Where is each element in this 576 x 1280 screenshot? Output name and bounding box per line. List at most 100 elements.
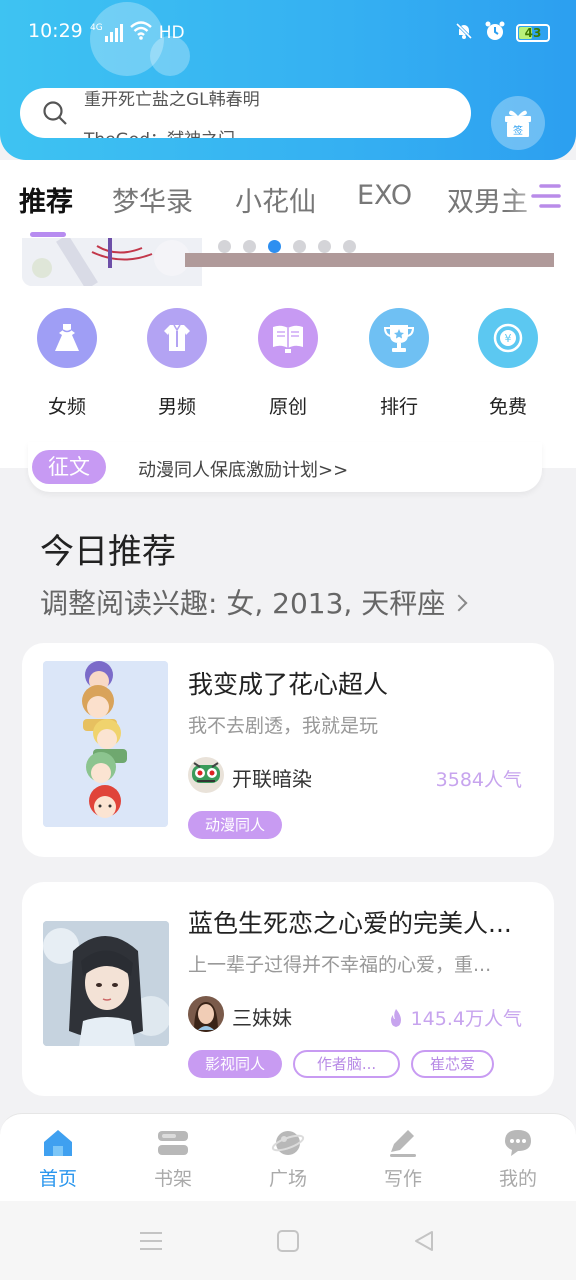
author-avatar [188, 757, 224, 793]
banner-image[interactable] [22, 238, 202, 286]
system-navigation-bar [0, 1201, 576, 1280]
chat-icon [505, 1130, 531, 1156]
nav-square[interactable]: 广场 [248, 1128, 328, 1191]
bookshelf-icon [158, 1131, 188, 1155]
book-tag[interactable]: 动漫同人 [188, 811, 282, 839]
svg-text:¥: ¥ [505, 332, 512, 345]
popularity: 145.4万人气 [387, 1004, 522, 1031]
network-label: HD [158, 22, 185, 43]
category-ranking[interactable]: 排行 [354, 308, 444, 419]
signal-icon: 4G [90, 22, 123, 42]
pen-icon [390, 1130, 416, 1157]
tab-xiaohuaxian[interactable]: 小花仙 [235, 180, 316, 219]
chevron-right-icon [450, 594, 468, 612]
wifi-icon [129, 20, 153, 45]
status-right-icons: 43 [454, 20, 550, 46]
popularity: 3584人气 [436, 765, 522, 792]
book-description: 上一辈子过得并不幸福的心爱，重... [188, 954, 492, 976]
book-title: 蓝色生死恋之心爱的完美人... [188, 909, 512, 938]
flame-icon [390, 1008, 401, 1027]
section-title: 今日推荐 [40, 532, 176, 572]
status-left-icons: 4G HD [90, 20, 185, 45]
category-label: 原创 [268, 396, 307, 418]
author-name: 开联暗染 [232, 767, 312, 791]
gift-icon: 签 [505, 110, 531, 137]
nav-label: 广场 [268, 1168, 307, 1190]
dress-icon [37, 308, 97, 368]
book-description: 我不去剧透，我就是玩 [188, 715, 379, 737]
category-female[interactable]: 女频 [22, 308, 112, 419]
book-cover-art [43, 921, 169, 1046]
search-suggestion: 重开死亡盐之GL韩春明 [84, 90, 260, 110]
banner-strip [185, 253, 554, 267]
carousel-dot[interactable] [343, 240, 356, 253]
nav-label: 我的 [498, 1168, 537, 1190]
book-cover [43, 921, 169, 1046]
carousel-dot-active[interactable] [268, 240, 281, 253]
book-title: 我变成了花心超人 [188, 670, 389, 699]
nav-bookshelf[interactable]: 书架 [133, 1128, 213, 1191]
category-label: 男频 [157, 396, 196, 418]
nav-label: 写作 [383, 1168, 422, 1190]
home-square-icon[interactable] [276, 1229, 300, 1253]
search-suggestion-ticker: 重开死亡盐之GL韩春明 TheGod：弑神之门 [84, 88, 260, 138]
category-free[interactable]: ¥ 免费 [463, 308, 553, 419]
trophy-icon [369, 308, 429, 368]
menu-icon[interactable] [531, 183, 561, 209]
popularity-value: 3584人气 [435, 769, 522, 791]
book-tag[interactable]: 崔芯爱 [411, 1050, 494, 1078]
author-name: 三妹妹 [232, 1006, 292, 1030]
signal-label: 4G [90, 22, 103, 33]
book-card[interactable]: 蓝色生死恋之心爱的完美人... 上一辈子过得并不幸福的心爱，重... 三妹妹 1… [22, 882, 554, 1096]
sign-in-button[interactable]: 签 [491, 96, 545, 150]
tab-recommend[interactable]: 推荐 [19, 180, 73, 219]
popularity-value: 145.4万人气 [410, 1008, 522, 1030]
battery-level: 43 [524, 26, 542, 40]
home-icon [44, 1130, 72, 1156]
book-tag[interactable]: 影视同人 [188, 1050, 282, 1078]
carousel-dot[interactable] [318, 240, 331, 253]
gift-label: 签 [513, 124, 523, 137]
nav-write[interactable]: 写作 [363, 1128, 443, 1191]
category-label: 排行 [379, 396, 418, 418]
book-cover [43, 661, 168, 827]
book-card[interactable]: 我变成了花心超人 我不去剧透，我就是玩 开联暗染 3584人气 动漫同人 [22, 643, 554, 857]
interest-setting-link[interactable]: 调整阅读兴趣: 女, 2013, 天秤座 [40, 582, 468, 622]
coin-icon: ¥ [478, 308, 538, 368]
notice-bar[interactable]: 征文 动漫同人保底激励计划>> [28, 442, 542, 492]
status-bar: 10:29 4G HD 43 [0, 0, 576, 64]
nav-home[interactable]: 首页 [18, 1128, 98, 1191]
shirt-icon [147, 308, 207, 368]
category-original[interactable]: 原创 [243, 308, 333, 419]
category-male[interactable]: 男频 [132, 308, 222, 419]
back-icon[interactable] [412, 1229, 436, 1253]
alarm-icon [484, 20, 506, 46]
search-icon [43, 101, 67, 125]
mute-icon [454, 21, 474, 45]
nav-label: 书架 [153, 1168, 192, 1190]
carousel-dots [218, 240, 356, 253]
recent-apps-icon[interactable] [139, 1230, 163, 1252]
battery-icon: 43 [516, 24, 550, 42]
carousel-dot[interactable] [243, 240, 256, 253]
tab-exo[interactable]: EXO [357, 180, 412, 211]
book-icon [258, 308, 318, 368]
notice-tag: 征文 [32, 450, 106, 484]
category-label: 免费 [488, 396, 527, 418]
nav-mine[interactable]: 我的 [478, 1128, 558, 1191]
category-tabs: 推荐 梦华录 小花仙 EXO 双男主 [0, 160, 576, 238]
banner-art [22, 238, 202, 286]
bottom-navigation: 首页 书架 广场 写作 我的 [0, 1113, 576, 1201]
carousel-dot[interactable] [218, 240, 231, 253]
book-cover-art [43, 661, 168, 827]
notice-text: 动漫同人保底激励计划>> [138, 460, 349, 481]
status-time: 10:29 [28, 20, 83, 42]
tab-indicator [30, 232, 66, 237]
search-suggestion: TheGod：弑神之门 [84, 120, 260, 138]
carousel-dot[interactable] [293, 240, 306, 253]
tab-menghualu[interactable]: 梦华录 [112, 180, 193, 219]
book-tag[interactable]: 作者脑... [293, 1050, 400, 1078]
planet-icon [271, 1131, 305, 1155]
search-input[interactable]: 重开死亡盐之GL韩春明 TheGod：弑神之门 [20, 88, 471, 138]
category-label: 女频 [47, 396, 86, 418]
